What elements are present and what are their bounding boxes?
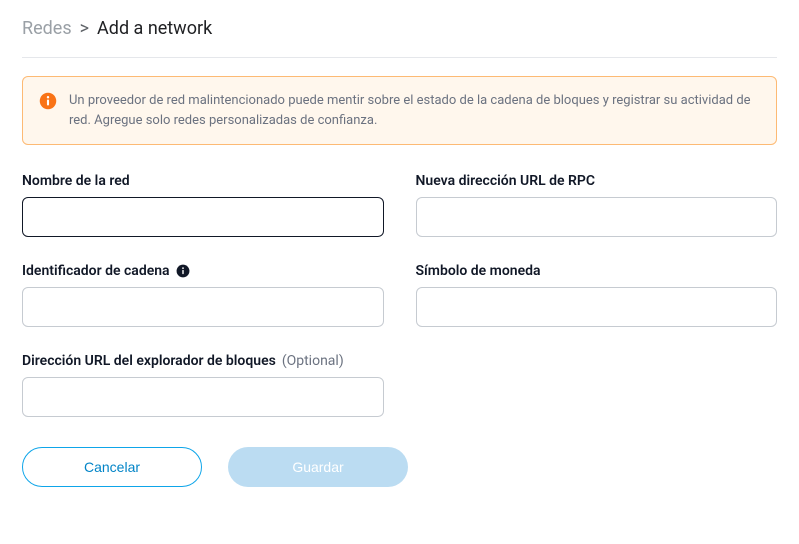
label-optional: (Optional) bbox=[282, 353, 344, 369]
field-chain-id: Identificador de cadena bbox=[22, 263, 384, 327]
label-currency-symbol: Símbolo de moneda bbox=[416, 263, 541, 279]
actions-row: Cancelar Guardar bbox=[22, 447, 777, 487]
field-network-name: Nombre de la red bbox=[22, 173, 384, 237]
breadcrumb-separator: > bbox=[80, 18, 89, 39]
field-currency-symbol: Símbolo de moneda bbox=[416, 263, 778, 327]
breadcrumb: Redes > Add a network bbox=[22, 18, 777, 39]
input-currency-symbol[interactable] bbox=[416, 287, 778, 327]
input-network-name[interactable] bbox=[22, 197, 384, 237]
label-rpc-url: Nueva dirección URL de RPC bbox=[416, 173, 596, 189]
label-network-name: Nombre de la red bbox=[22, 173, 130, 189]
form-grid: Nombre de la red Nueva dirección URL de … bbox=[22, 173, 777, 417]
divider bbox=[22, 57, 777, 58]
warning-text: Un proveedor de red malintencionado pued… bbox=[69, 91, 760, 130]
input-chain-id[interactable] bbox=[22, 287, 384, 327]
breadcrumb-current: Add a network bbox=[97, 18, 212, 39]
field-block-explorer: Dirección URL del explorador de bloques … bbox=[22, 353, 384, 417]
info-icon bbox=[39, 92, 57, 110]
warning-banner: Un proveedor de red malintencionado pued… bbox=[22, 76, 777, 145]
label-chain-id: Identificador de cadena bbox=[22, 263, 170, 279]
cancel-button[interactable]: Cancelar bbox=[22, 447, 202, 487]
save-button[interactable]: Guardar bbox=[228, 447, 408, 487]
input-rpc-url[interactable] bbox=[416, 197, 778, 237]
input-block-explorer[interactable] bbox=[22, 377, 384, 417]
tooltip-icon[interactable] bbox=[176, 264, 190, 278]
label-block-explorer: Dirección URL del explorador de bloques bbox=[22, 353, 276, 369]
breadcrumb-previous[interactable]: Redes bbox=[22, 18, 72, 39]
field-rpc-url: Nueva dirección URL de RPC bbox=[416, 173, 778, 237]
